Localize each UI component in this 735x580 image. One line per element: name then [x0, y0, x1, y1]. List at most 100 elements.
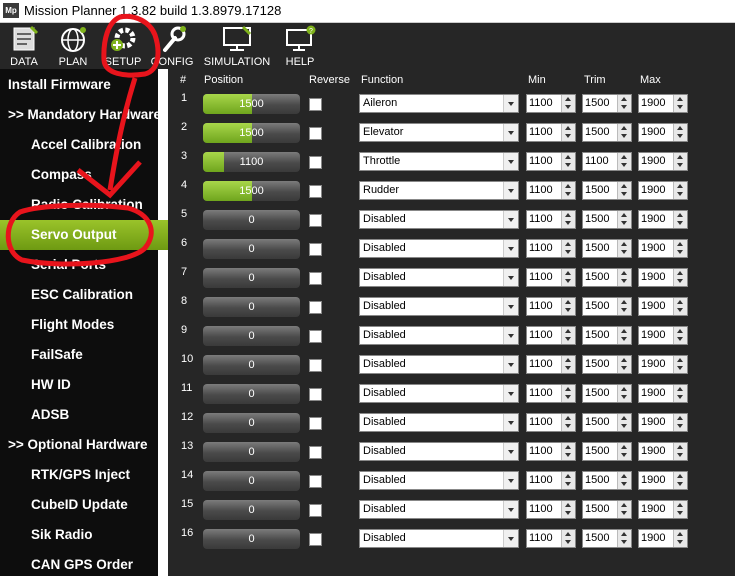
min-spinner[interactable]: 1100	[526, 152, 576, 171]
spin-buttons[interactable]	[673, 182, 687, 199]
min-spinner[interactable]: 1100	[526, 326, 576, 345]
spin-buttons[interactable]	[673, 443, 687, 460]
spin-down-icon[interactable]	[677, 279, 683, 283]
dropdown-arrow-icon[interactable]	[503, 385, 518, 402]
spin-buttons[interactable]	[617, 269, 631, 286]
trim-spinner[interactable]: 1500	[582, 123, 632, 142]
spin-buttons[interactable]	[561, 240, 575, 257]
spin-buttons[interactable]	[673, 501, 687, 518]
spin-up-icon[interactable]	[565, 300, 571, 304]
spin-down-icon[interactable]	[621, 366, 627, 370]
function-dropdown[interactable]: Disabled	[359, 500, 519, 519]
spin-up-icon[interactable]	[677, 126, 683, 130]
spin-down-icon[interactable]	[565, 482, 571, 486]
spin-up-icon[interactable]	[677, 445, 683, 449]
spin-buttons[interactable]	[617, 211, 631, 228]
sidebar-item-compass[interactable]: Compass	[0, 160, 189, 190]
sidebar-item-adsb[interactable]: ADSB	[0, 400, 189, 430]
function-dropdown[interactable]: Disabled	[359, 355, 519, 374]
reverse-checkbox[interactable]	[309, 388, 322, 401]
dropdown-arrow-icon[interactable]	[503, 211, 518, 228]
function-dropdown[interactable]: Disabled	[359, 210, 519, 229]
spin-down-icon[interactable]	[621, 482, 627, 486]
spin-buttons[interactable]	[561, 298, 575, 315]
spin-down-icon[interactable]	[677, 453, 683, 457]
reverse-checkbox[interactable]	[309, 185, 322, 198]
spin-down-icon[interactable]	[677, 134, 683, 138]
dropdown-arrow-icon[interactable]	[503, 298, 518, 315]
sidebar-item-install-firmware[interactable]: Install Firmware	[0, 70, 166, 100]
spin-buttons[interactable]	[673, 414, 687, 431]
spin-up-icon[interactable]	[565, 445, 571, 449]
spin-up-icon[interactable]	[677, 242, 683, 246]
spin-buttons[interactable]	[673, 298, 687, 315]
max-spinner[interactable]: 1900	[638, 384, 688, 403]
spin-buttons[interactable]	[561, 443, 575, 460]
spin-buttons[interactable]	[561, 414, 575, 431]
sidebar-item-failsafe[interactable]: FailSafe	[0, 340, 189, 370]
function-dropdown[interactable]: Disabled	[359, 384, 519, 403]
max-spinner[interactable]: 1900	[638, 297, 688, 316]
spin-buttons[interactable]	[673, 356, 687, 373]
function-dropdown[interactable]: Disabled	[359, 239, 519, 258]
max-spinner[interactable]: 1900	[638, 239, 688, 258]
spin-down-icon[interactable]	[677, 366, 683, 370]
trim-spinner[interactable]: 1500	[582, 500, 632, 519]
spin-down-icon[interactable]	[565, 250, 571, 254]
max-spinner[interactable]: 1900	[638, 268, 688, 287]
function-dropdown[interactable]: Aileron	[359, 94, 519, 113]
spin-down-icon[interactable]	[621, 105, 627, 109]
spin-up-icon[interactable]	[677, 155, 683, 159]
spin-up-icon[interactable]	[621, 445, 627, 449]
min-spinner[interactable]: 1100	[526, 413, 576, 432]
function-dropdown[interactable]: Disabled	[359, 529, 519, 548]
spin-up-icon[interactable]	[621, 97, 627, 101]
spin-up-icon[interactable]	[621, 416, 627, 420]
spin-down-icon[interactable]	[621, 279, 627, 283]
spin-up-icon[interactable]	[621, 503, 627, 507]
min-spinner[interactable]: 1100	[526, 239, 576, 258]
spin-down-icon[interactable]	[565, 424, 571, 428]
spin-buttons[interactable]	[617, 472, 631, 489]
spin-down-icon[interactable]	[565, 221, 571, 225]
reverse-checkbox[interactable]	[309, 127, 322, 140]
function-dropdown[interactable]: Disabled	[359, 268, 519, 287]
spin-up-icon[interactable]	[621, 474, 627, 478]
spin-down-icon[interactable]	[677, 163, 683, 167]
spin-up-icon[interactable]	[621, 213, 627, 217]
max-spinner[interactable]: 1900	[638, 529, 688, 548]
spin-buttons[interactable]	[617, 356, 631, 373]
spin-buttons[interactable]	[561, 385, 575, 402]
max-spinner[interactable]: 1900	[638, 181, 688, 200]
spin-down-icon[interactable]	[565, 511, 571, 515]
reverse-checkbox[interactable]	[309, 417, 322, 430]
spin-up-icon[interactable]	[621, 155, 627, 159]
spin-down-icon[interactable]	[677, 221, 683, 225]
spin-buttons[interactable]	[617, 240, 631, 257]
spin-buttons[interactable]	[617, 327, 631, 344]
spin-buttons[interactable]	[561, 327, 575, 344]
max-spinner[interactable]: 1900	[638, 413, 688, 432]
spin-down-icon[interactable]	[621, 540, 627, 544]
spin-up-icon[interactable]	[565, 329, 571, 333]
spin-buttons[interactable]	[561, 501, 575, 518]
max-spinner[interactable]: 1900	[638, 442, 688, 461]
dropdown-arrow-icon[interactable]	[503, 414, 518, 431]
reverse-checkbox[interactable]	[309, 98, 322, 111]
spin-up-icon[interactable]	[621, 358, 627, 362]
spin-buttons[interactable]	[617, 95, 631, 112]
spin-up-icon[interactable]	[677, 532, 683, 536]
reverse-checkbox[interactable]	[309, 446, 322, 459]
toolbar-help-button[interactable]: ? HELP	[280, 23, 320, 69]
spin-up-icon[interactable]	[677, 271, 683, 275]
spin-up-icon[interactable]	[621, 300, 627, 304]
function-dropdown[interactable]: Throttle	[359, 152, 519, 171]
dropdown-arrow-icon[interactable]	[503, 95, 518, 112]
trim-spinner[interactable]: 1500	[582, 326, 632, 345]
spin-down-icon[interactable]	[565, 308, 571, 312]
spin-up-icon[interactable]	[677, 474, 683, 478]
spin-up-icon[interactable]	[677, 213, 683, 217]
trim-spinner[interactable]: 1500	[582, 413, 632, 432]
spin-buttons[interactable]	[561, 95, 575, 112]
spin-buttons[interactable]	[673, 472, 687, 489]
